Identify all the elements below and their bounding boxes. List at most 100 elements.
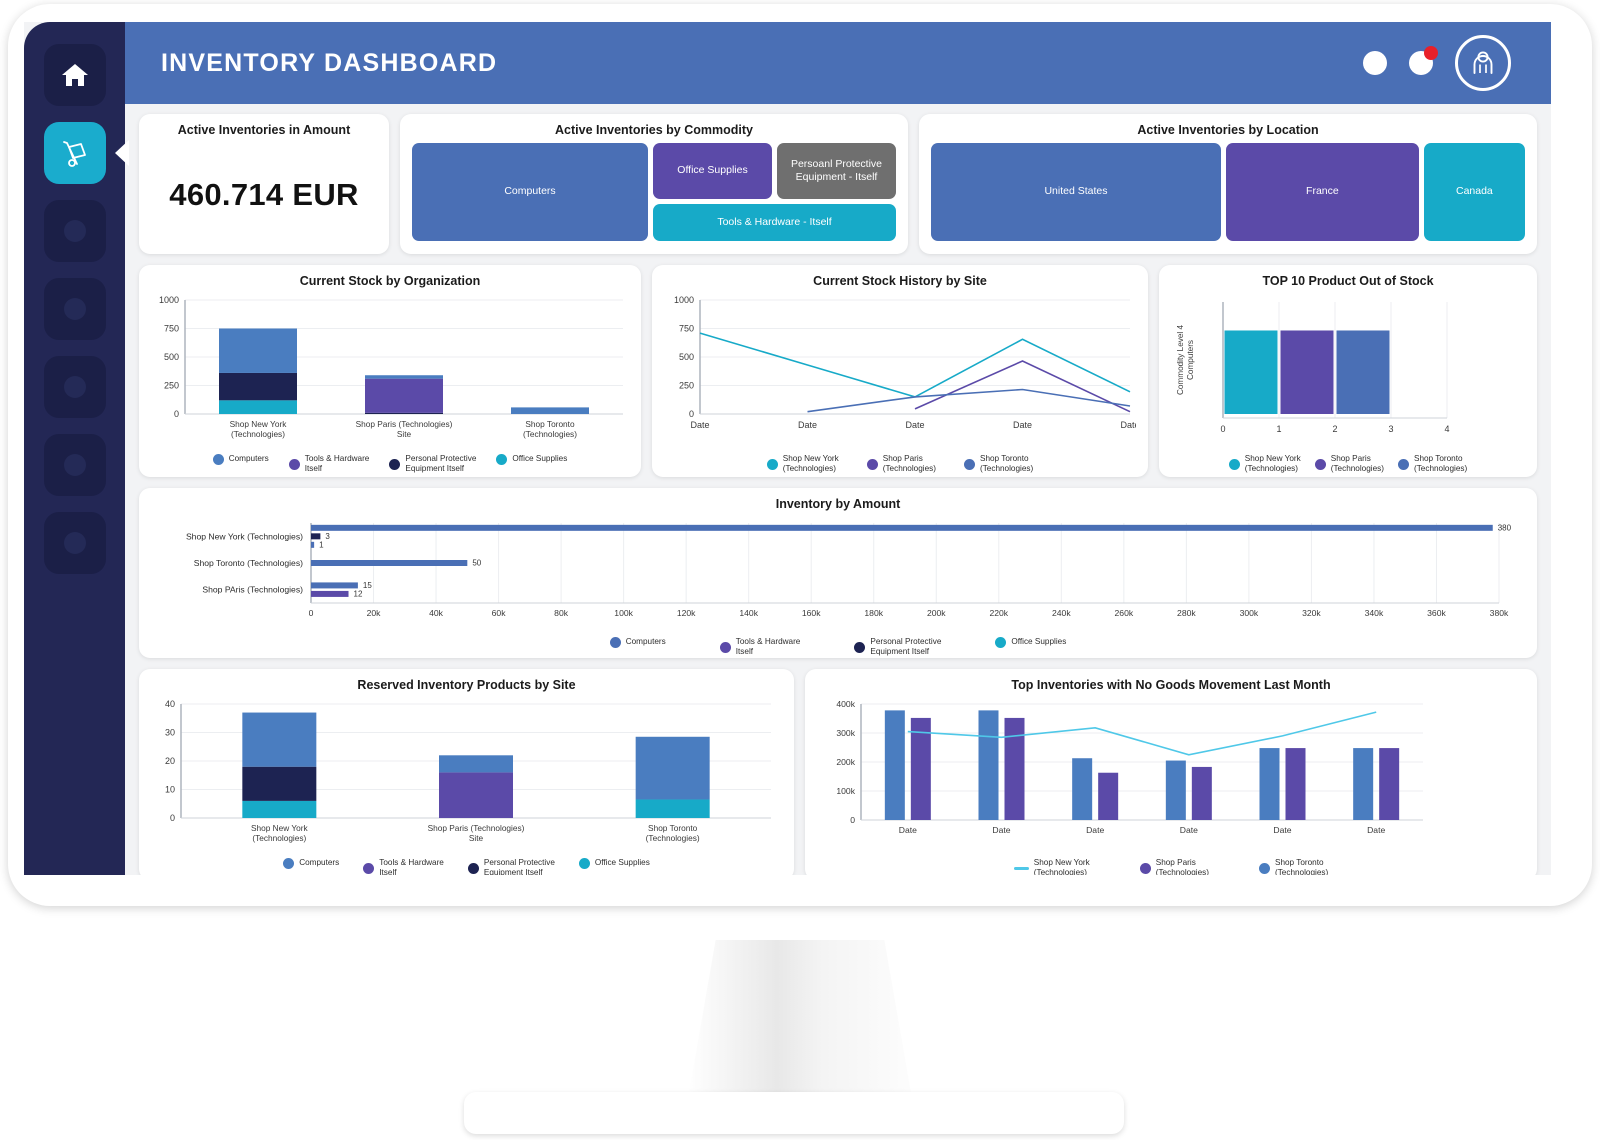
- svg-text:250: 250: [164, 381, 179, 391]
- svg-text:Shop PAris (Technologies): Shop PAris (Technologies): [202, 585, 303, 595]
- legend-item[interactable]: Office Supplies: [995, 637, 1066, 648]
- nomove-chart-plot: 0 100k 200k 300k 400k Date Date Date Date Date Dat…: [817, 698, 1525, 853]
- legend-item[interactable]: Office Supplies: [496, 454, 567, 465]
- svg-text:Site: Site: [397, 429, 412, 439]
- svg-text:0: 0: [689, 409, 694, 419]
- circle-icon[interactable]: [1363, 51, 1387, 75]
- legend-label: Shop Toronto (Technologies): [979, 454, 1034, 474]
- legend-item[interactable]: Shop Paris (Technologies): [1314, 454, 1384, 475]
- legend-color-dot: [1258, 862, 1270, 874]
- legend-item[interactable]: Personal Protective Equipment Itself: [467, 858, 555, 875]
- svg-text:4: 4: [1444, 424, 1449, 434]
- legend-item[interactable]: Tools & Hardware Itself: [719, 637, 800, 658]
- notification-icon[interactable]: [1409, 46, 1438, 75]
- legend-label: Shop Toronto (Technologies): [1413, 454, 1468, 474]
- svg-text:0: 0: [309, 608, 314, 618]
- top10-chart-title: TOP 10 Product Out of Stock: [1262, 274, 1434, 288]
- notification-badge: [1424, 46, 1438, 60]
- legend-item[interactable]: Shop Toronto (Technologies): [963, 454, 1034, 475]
- dot-icon: [63, 376, 86, 398]
- amount-chart-title: Inventory by Amount: [775, 497, 901, 511]
- user-avatar-icon[interactable]: [1455, 35, 1511, 91]
- legend-item[interactable]: Personal Protective Equipment Itself: [854, 637, 941, 658]
- monitor-stand-neck: [686, 940, 914, 1110]
- legend-item[interactable]: Office Supplies: [578, 858, 650, 869]
- svg-text:3: 3: [1388, 424, 1393, 434]
- sidebar-item-nav-5[interactable]: [43, 356, 106, 418]
- sidebar-item-nav-3[interactable]: [43, 200, 106, 262]
- svg-text:(Technologies): (Technologies): [646, 833, 700, 843]
- treemap-tile[interactable]: Canada: [1423, 143, 1525, 241]
- amount-chart-plot: 0 20k 40k 60k 80k 100k 120k 140k 160k 180k 200k 220…: [151, 517, 1525, 632]
- svg-text:280k: 280k: [1177, 608, 1196, 618]
- dot-icon: [63, 298, 86, 320]
- legend-item[interactable]: Computers: [212, 454, 269, 465]
- svg-text:380k: 380k: [1490, 608, 1509, 618]
- legend-item[interactable]: Tools & Hardware Itself: [363, 858, 444, 875]
- svg-text:40: 40: [165, 699, 175, 709]
- legend-item[interactable]: Shop New York (Technologies): [1013, 858, 1090, 875]
- treemap-tile[interactable]: France: [1226, 143, 1419, 241]
- dot-icon: [63, 454, 86, 476]
- svg-text:50: 50: [472, 559, 481, 568]
- treemap-tile[interactable]: Tools & Hardware - Itself: [653, 204, 896, 241]
- svg-text:Shop Toronto (Technologies): Shop Toronto (Technologies): [194, 558, 303, 568]
- svg-text:2: 2: [1332, 424, 1337, 434]
- history-chart-svg: 0 250 500 750 1000 Date Date Date Date Date: [674, 295, 1140, 430]
- treemap-tile[interactable]: Computers: [412, 143, 648, 241]
- legend-item[interactable]: Computers: [609, 637, 666, 648]
- sidebar-item-nav-6[interactable]: [43, 434, 106, 496]
- svg-text:220k: 220k: [989, 608, 1008, 618]
- legend-item[interactable]: Shop Toronto (Technologies): [1397, 454, 1468, 475]
- svg-text:Shop Toronto: Shop Toronto: [648, 823, 698, 833]
- svg-text:1: 1: [1276, 424, 1281, 434]
- legend-color-dot: [1228, 458, 1240, 470]
- legend-item[interactable]: Shop Paris (Technologies): [866, 454, 936, 475]
- svg-text:15: 15: [363, 581, 372, 590]
- svg-text:180k: 180k: [864, 608, 883, 618]
- legend-item[interactable]: Personal Protective Equipment Itself: [389, 454, 476, 475]
- sidebar-item-nav-7[interactable]: [43, 512, 106, 574]
- legend-color-dot: [995, 637, 1007, 648]
- svg-text:80k: 80k: [554, 608, 569, 618]
- card-current-stock-history-by-site: Current Stock History by Site 0 250 500 750…: [652, 265, 1148, 477]
- top10-chart-svg: 0 1 2 3 4 Commodity Level 4 Computers: [1176, 302, 1450, 434]
- svg-text:380: 380: [1498, 523, 1512, 532]
- svg-text:500: 500: [679, 352, 694, 362]
- screen: INVENTORY DASHBOARD Active Inventories i…: [24, 22, 1551, 875]
- treemap-tile[interactable]: United States: [931, 143, 1221, 241]
- svg-text:Site: Site: [469, 833, 484, 843]
- legend-label: Tools & Hardware Itself: [304, 454, 370, 474]
- legend-item[interactable]: Shop New York (Technologies): [1228, 454, 1301, 475]
- legend-color-dot: [866, 458, 878, 470]
- legend-item[interactable]: Shop Paris (Technologies): [1139, 858, 1209, 875]
- svg-text:0: 0: [850, 815, 855, 825]
- svg-text:Date: Date: [905, 420, 924, 430]
- legend-item[interactable]: Computers: [283, 858, 339, 869]
- sidebar-item-nav-4[interactable]: [43, 278, 106, 340]
- svg-text:120k: 120k: [677, 608, 696, 618]
- sidebar-item-home[interactable]: [43, 44, 106, 106]
- treemap-tile[interactable]: Office Supplies: [653, 143, 772, 199]
- svg-text:140k: 140k: [739, 608, 758, 618]
- svg-text:Shop New York (Technologies): Shop New York (Technologies): [186, 531, 303, 541]
- svg-text:160k: 160k: [802, 608, 821, 618]
- svg-text:12: 12: [354, 589, 363, 598]
- legend-color-dot: [1314, 458, 1326, 470]
- legend-label: Shop Paris (Technologies): [882, 454, 936, 474]
- sidebar-item-inventory[interactable]: [43, 122, 129, 184]
- dashboard-content: Active Inventories in Amount 460.714 EUR…: [125, 104, 1551, 875]
- svg-text:Date: Date: [899, 825, 917, 835]
- svg-text:300k: 300k: [836, 728, 855, 738]
- legend-label: Personal Protective Equipment Itself: [483, 858, 555, 875]
- svg-text:(Technologies): (Technologies): [231, 429, 285, 439]
- legend-item[interactable]: Shop Toronto (Technologies): [1258, 858, 1328, 875]
- legend-color-dot: [1139, 862, 1151, 874]
- legend-item[interactable]: Shop New York (Technologies): [766, 454, 839, 475]
- legend-label: Computers: [299, 858, 340, 868]
- treemap-tile[interactable]: Persoanl Protective Equipment - Itself: [777, 143, 896, 199]
- sidebar: [24, 22, 129, 875]
- monitor-stand-base: [464, 1092, 1124, 1134]
- legend-item[interactable]: Tools & Hardware Itself: [288, 454, 370, 475]
- svg-text:750: 750: [164, 324, 179, 334]
